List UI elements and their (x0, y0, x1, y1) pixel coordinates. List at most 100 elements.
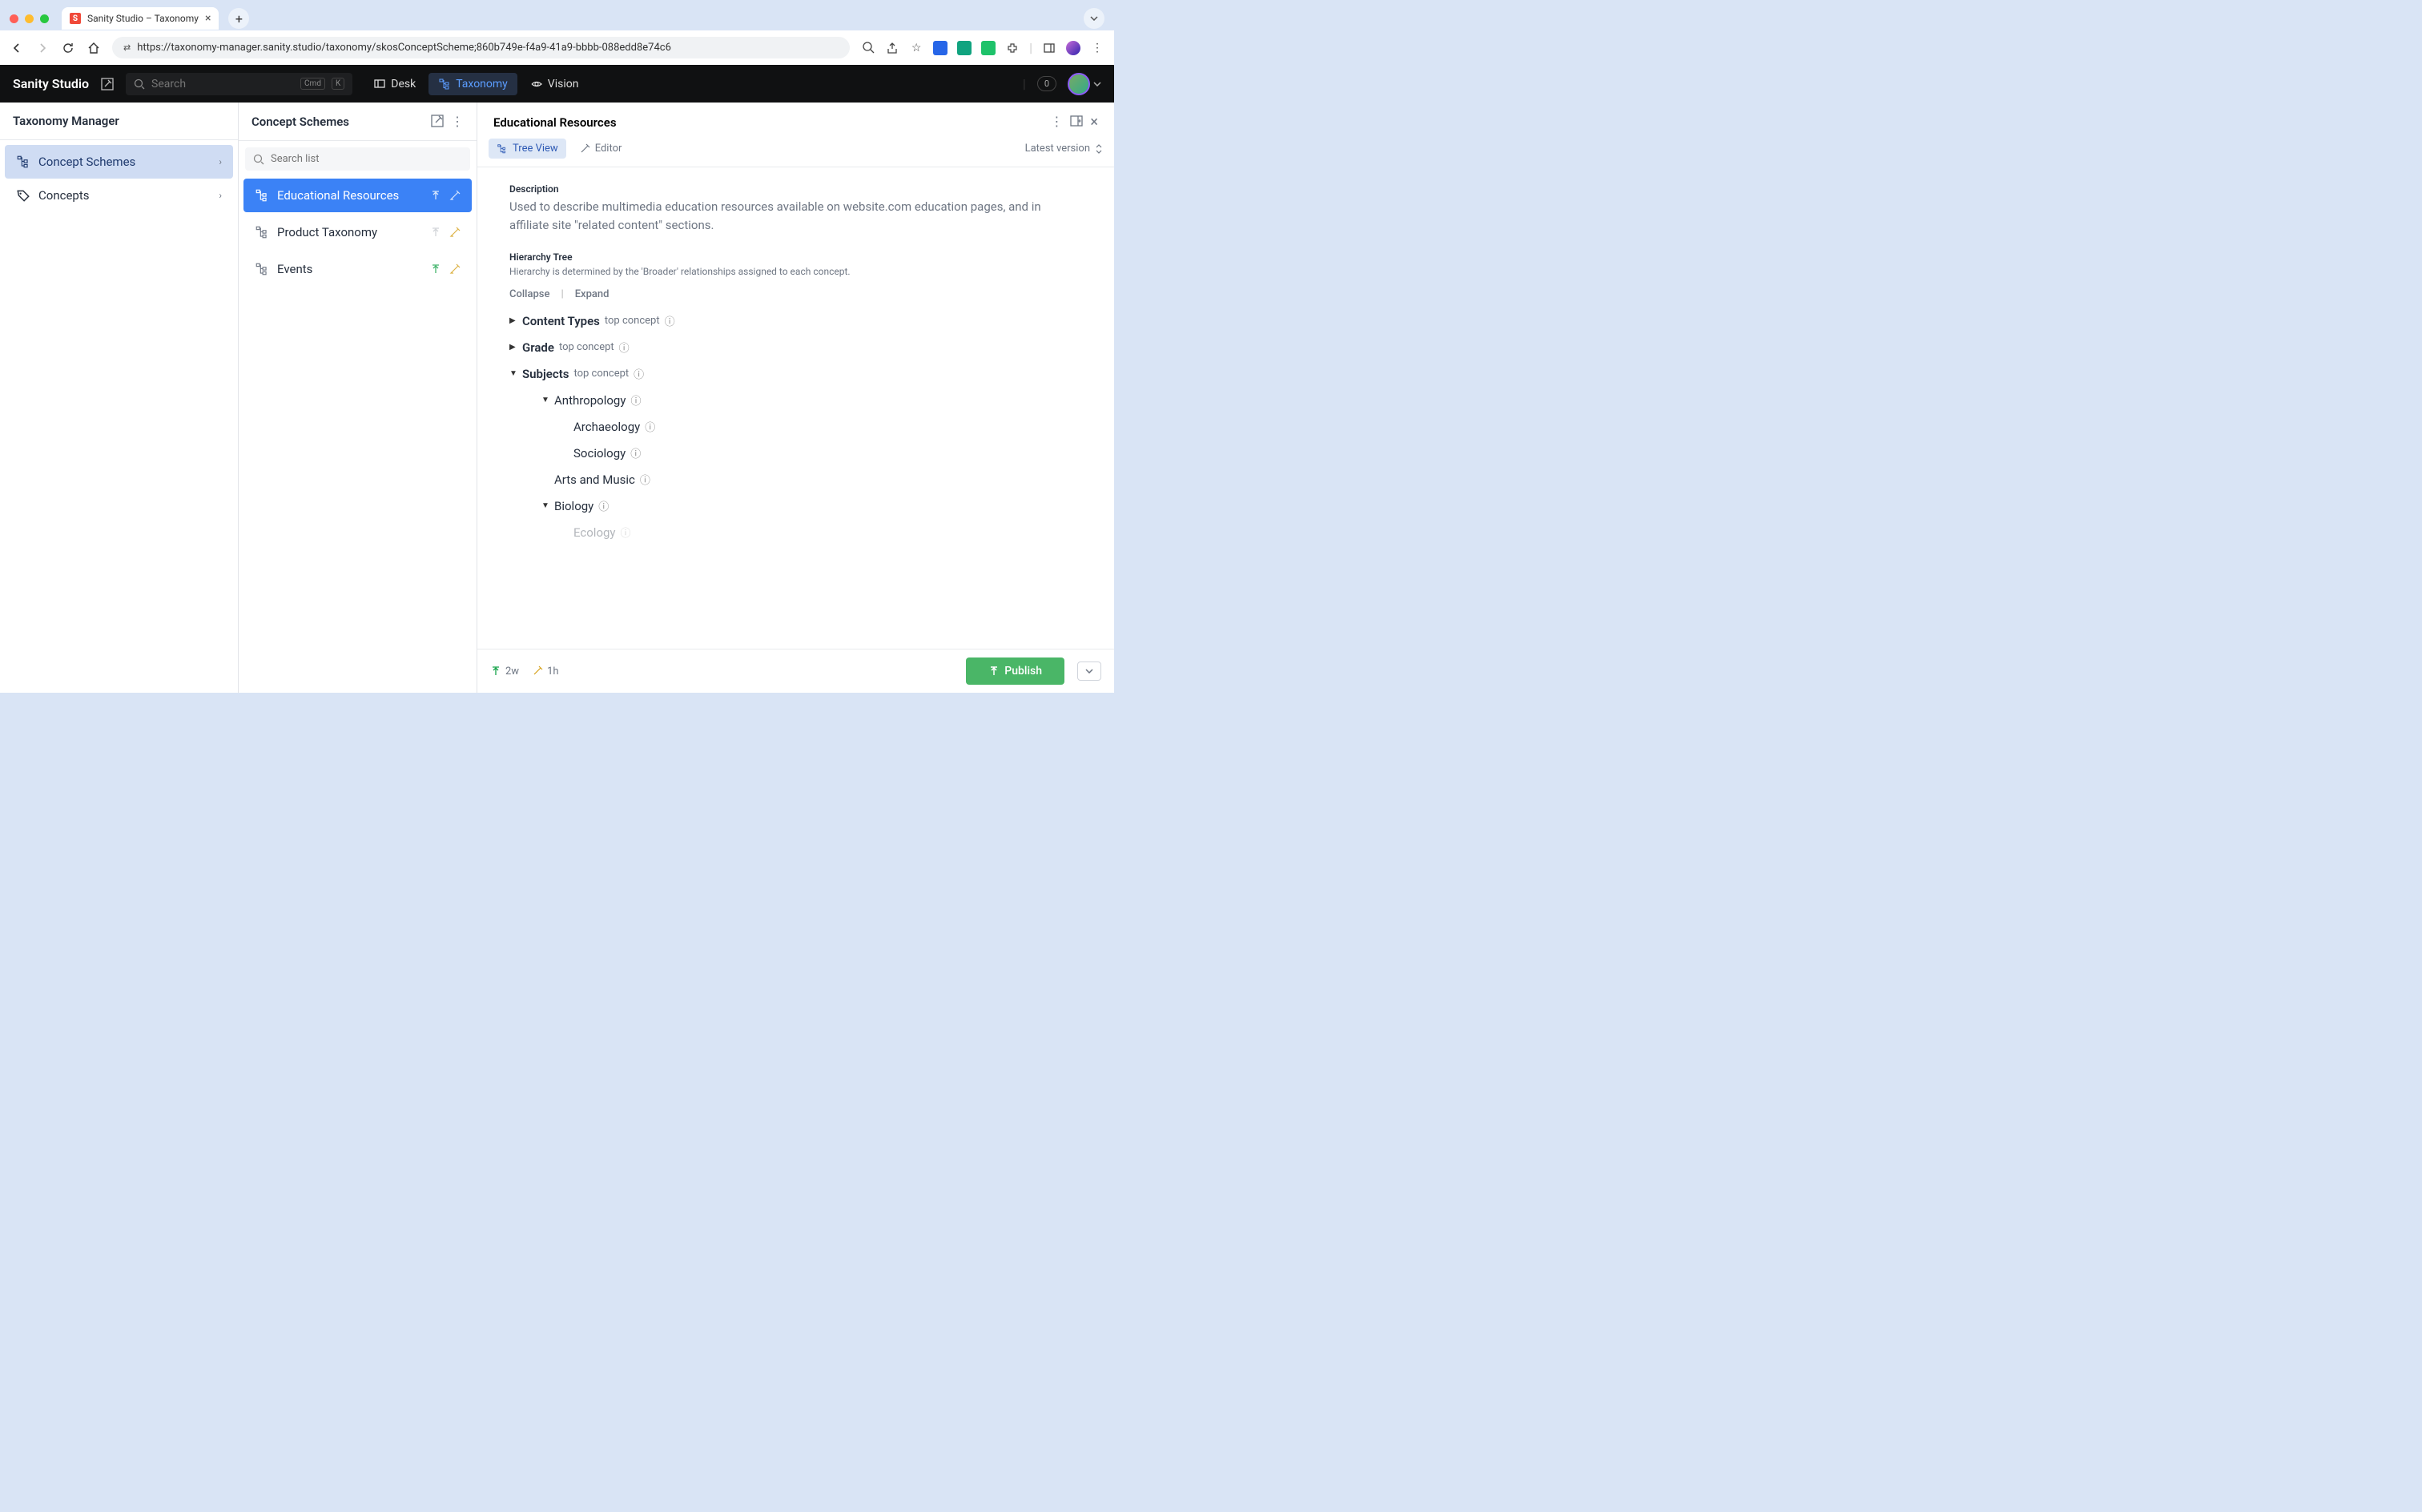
site-settings-icon[interactable]: ⇄ (123, 42, 131, 53)
tree-node-label[interactable]: Biology (554, 499, 593, 513)
minimize-window-icon[interactable] (25, 14, 34, 23)
split-pane-icon[interactable] (1069, 114, 1084, 128)
global-search[interactable]: Cmd K (126, 73, 352, 95)
kbd-k: K (332, 78, 344, 90)
search-list-input[interactable] (271, 153, 462, 165)
tree-node-label[interactable]: Sociology (573, 446, 626, 460)
document-title: Educational Resources (493, 115, 617, 130)
sidebar-item-concepts[interactable]: Concepts › (5, 179, 233, 212)
edit-icon[interactable] (100, 77, 115, 91)
more-icon[interactable]: ⋮ (451, 114, 464, 129)
back-button[interactable] (10, 41, 24, 55)
info-icon[interactable]: ⓘ (634, 366, 644, 381)
pane-title: Concept Schemes (251, 115, 349, 129)
search-icon (253, 154, 264, 165)
tab-editor[interactable]: Editor (571, 139, 630, 159)
chevron-down-icon[interactable] (1093, 82, 1101, 86)
tree-toggle-icon[interactable]: ▶ (509, 343, 517, 352)
tree-node-label[interactable]: Grade (522, 340, 554, 355)
tree-node-label[interactable]: Arts and Music (554, 472, 635, 487)
version-label: Latest version (1025, 143, 1090, 155)
tree-node-label[interactable]: Archaeology (573, 420, 640, 434)
close-tab-icon[interactable]: × (205, 12, 211, 25)
nav-taxonomy[interactable]: Taxonomy (428, 73, 517, 95)
description-text: Used to describe multimedia education re… (509, 198, 1082, 234)
search-input[interactable] (151, 78, 294, 90)
sidebar-item-concept-schemes[interactable]: Concept Schemes › (5, 145, 233, 179)
tree-toggle-icon[interactable]: ▶ (509, 316, 517, 325)
publish-icon (988, 666, 1000, 677)
app-title: Sanity Studio (13, 76, 89, 91)
bookmark-icon[interactable]: ☆ (909, 41, 923, 55)
url-text: https://taxonomy-manager.sanity.studio/t… (137, 42, 671, 54)
url-input[interactable]: ⇄ https://taxonomy-manager.sanity.studio… (112, 37, 850, 58)
info-icon[interactable]: ⓘ (640, 472, 650, 487)
maximize-window-icon[interactable] (40, 14, 49, 23)
app-header: Sanity Studio Cmd K Desk Taxonomy Vision… (0, 65, 1114, 103)
info-icon[interactable]: ⓘ (645, 419, 655, 434)
info-icon[interactable]: ⓘ (598, 498, 609, 513)
more-icon[interactable]: ⋮ (1050, 114, 1063, 131)
publish-status-icon (430, 263, 441, 275)
chevron-right-icon: › (219, 156, 222, 167)
share-icon[interactable] (885, 41, 899, 55)
home-button[interactable] (86, 41, 101, 55)
edit-icon[interactable] (449, 227, 461, 238)
chrome-menu-icon[interactable]: ⋮ (1090, 41, 1104, 55)
tree-toggle-icon[interactable]: ▼ (509, 369, 517, 378)
window-controls (10, 14, 49, 23)
new-tab-button[interactable]: + (228, 8, 249, 29)
close-window-icon[interactable] (10, 14, 18, 23)
nav-desk[interactable]: Desk (364, 73, 425, 95)
user-avatar-icon[interactable] (1068, 73, 1090, 95)
edit-icon[interactable] (449, 190, 461, 201)
collapse-button[interactable]: Collapse (509, 288, 549, 300)
search-list[interactable] (245, 147, 470, 171)
publish-menu-button[interactable] (1077, 662, 1101, 681)
pencil-icon (532, 666, 543, 677)
notification-count[interactable]: 0 (1037, 76, 1056, 91)
browser-tab-bar: S Sanity Studio – Taxonomy × + (0, 0, 1114, 30)
tree-node-label[interactable]: Ecology (573, 525, 616, 540)
sidebar-item-label: Concepts (38, 188, 89, 203)
address-bar: ⇄ https://taxonomy-manager.sanity.studio… (0, 30, 1114, 65)
publish-button[interactable]: Publish (966, 657, 1064, 685)
tab-overflow-button[interactable] (1084, 8, 1104, 29)
tree-toggle-icon[interactable]: ▼ (541, 396, 549, 404)
scheme-item-product[interactable]: Product Taxonomy (243, 215, 472, 249)
edit-icon[interactable] (449, 263, 461, 275)
forward-button[interactable] (35, 41, 50, 55)
extension-icon[interactable] (957, 41, 972, 55)
version-selector[interactable]: Latest version (1025, 143, 1103, 155)
reload-button[interactable] (61, 41, 75, 55)
hierarchy-icon (255, 225, 269, 239)
profile-avatar-icon[interactable] (1066, 41, 1080, 55)
info-icon[interactable]: ⓘ (621, 525, 631, 540)
tree-node-label[interactable]: Subjects (522, 367, 569, 381)
info-icon[interactable]: ⓘ (630, 392, 641, 408)
zoom-icon[interactable] (861, 41, 875, 55)
extensions-button[interactable] (1005, 41, 1020, 55)
side-panel-icon[interactable] (1042, 41, 1056, 55)
scheme-item-events[interactable]: Events (243, 252, 472, 286)
info-icon[interactable]: ⓘ (619, 340, 630, 355)
expand-button[interactable]: Expand (575, 288, 610, 300)
hierarchy-icon (497, 143, 508, 155)
info-icon[interactable]: ⓘ (630, 445, 641, 460)
hierarchy-icon (16, 155, 30, 169)
nav-vision[interactable]: Vision (521, 73, 589, 95)
tab-tree-view[interactable]: Tree View (489, 139, 566, 159)
extension-icon[interactable] (933, 41, 947, 55)
scheme-item-educational[interactable]: Educational Resources (243, 179, 472, 212)
info-icon[interactable]: ⓘ (665, 313, 675, 328)
extension-icon[interactable] (981, 41, 996, 55)
compose-icon[interactable] (430, 114, 445, 128)
tree-toggle-icon[interactable]: ▼ (541, 501, 549, 510)
tree-node-label[interactable]: Content Types (522, 314, 600, 328)
close-icon[interactable]: × (1090, 114, 1098, 131)
browser-tab[interactable]: S Sanity Studio – Taxonomy × (62, 7, 219, 30)
scheme-label: Product Taxonomy (277, 225, 377, 239)
pane-title: Taxonomy Manager (13, 114, 119, 128)
tree-node-label[interactable]: Anthropology (554, 393, 626, 408)
sort-icon (1095, 144, 1103, 154)
